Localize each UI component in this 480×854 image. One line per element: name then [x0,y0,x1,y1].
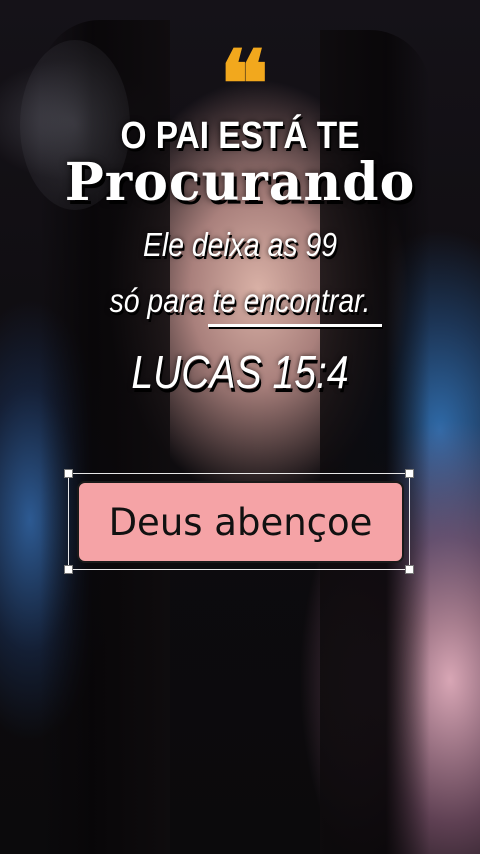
verse-line-1: Ele deixa as 99 [142,226,338,263]
resize-handle-top-right[interactable] [405,469,414,478]
verse-underline [208,324,382,327]
video-frame: ❝ O PAI ESTÁ TE Procurando Ele deixa as … [0,0,480,854]
verse-line-2: só para te encontrar. [109,282,371,319]
resize-handle-top-left[interactable] [64,469,73,478]
text-sticker-label: Deus abençoe [108,500,373,544]
resize-handle-bottom-left[interactable] [64,565,73,574]
verse-reference: LUCAS 15:4 [131,346,349,398]
text-sticker[interactable]: Deus abençoe [77,481,404,563]
resize-handle-bottom-right[interactable] [405,565,414,574]
heading-line-2: Procurando [64,152,416,213]
